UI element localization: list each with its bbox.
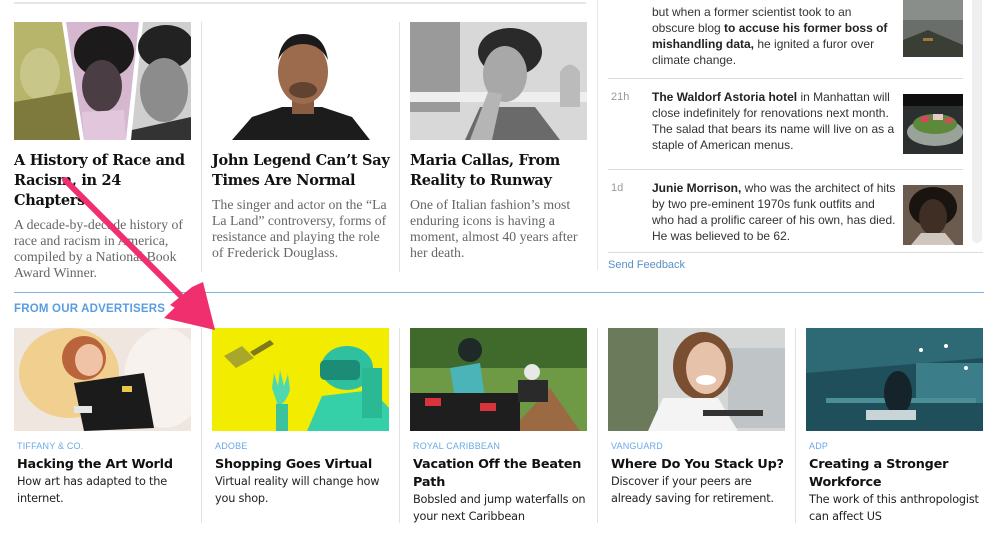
story-summary: One of Italian fashion’s most enduring i… — [410, 197, 578, 260]
feed-thumbnail-waldorf-salad[interactable] — [903, 94, 963, 154]
story-summary: A decade-by-decade history of race and r… — [14, 217, 183, 280]
feed-scrollbar[interactable] — [972, 0, 982, 243]
feed-text[interactable]: Junie Morrison, who was the architect of… — [652, 180, 897, 244]
story-card[interactable]: John Legend Can’t Say Times Are Normal T… — [212, 22, 390, 261]
feed-text[interactable]: The Waldorf Astoria hotel in Manhattan w… — [652, 89, 897, 153]
ad-title[interactable]: Vacation Off the Beaten Path — [413, 456, 588, 492]
column-divider — [399, 22, 400, 272]
ad-title[interactable]: Creating a Stronger Workforce — [809, 456, 984, 492]
ad-card[interactable]: ADP Creating a Stronger Workforce The wo… — [806, 328, 984, 525]
ad-card[interactable]: ROYAL CARIBBEAN Vacation Off the Beaten … — [410, 328, 588, 525]
feed-thumbnail-landscape[interactable] — [903, 0, 963, 57]
feed-divider — [608, 169, 963, 170]
top-divider — [14, 2, 586, 4]
feed-text-bold-link[interactable]: The Waldorf Astoria hotel — [652, 90, 797, 104]
ad-sponsor: TIFFANY & CO. — [17, 441, 84, 451]
ad-title[interactable]: Where Do You Stack Up? — [611, 456, 786, 474]
story-title[interactable]: John Legend Can’t Say Times Are Normal — [212, 151, 390, 191]
feed-divider — [608, 252, 983, 253]
ad-card[interactable]: VANGUARD Where Do You Stack Up? Discover… — [608, 328, 786, 507]
ad-image-adobe[interactable] — [212, 328, 389, 431]
ad-summary: Virtual reality will change how you shop… — [215, 475, 380, 505]
ad-card[interactable]: TIFFANY & CO. Hacking the Art World How … — [14, 328, 192, 507]
story-image-race-history[interactable] — [14, 22, 191, 140]
ad-card[interactable]: ADOBE Shopping Goes Virtual Virtual real… — [212, 328, 390, 507]
column-divider — [795, 328, 796, 523]
column-divider — [399, 328, 400, 523]
story-summary: The singer and actor on the “La La Land”… — [212, 197, 387, 260]
feed-divider — [608, 78, 963, 79]
feed-divider — [597, 0, 598, 270]
arrow-head-fill — [170, 282, 215, 330]
ad-summary: Discover if your peers are already savin… — [611, 475, 774, 505]
story-title[interactable]: Maria Callas, From Reality to Runway — [410, 151, 588, 191]
story-title[interactable]: A History of Race and Racism, in 24 Chap… — [14, 151, 192, 211]
send-feedback-link[interactable]: Send Feedback — [608, 259, 685, 271]
ad-image-royal-caribbean[interactable] — [410, 328, 587, 431]
ad-sponsor: VANGUARD — [611, 441, 663, 451]
feed-thumbnail-junie-morrison[interactable] — [903, 185, 963, 245]
ad-sponsor: ROYAL CARIBBEAN — [413, 441, 501, 451]
feed-time: 21h — [611, 91, 630, 103]
story-card[interactable]: Maria Callas, From Reality to Runway One… — [410, 22, 588, 261]
story-image-maria-callas[interactable] — [410, 22, 587, 140]
feed-time: 1d — [611, 182, 624, 194]
ad-sponsor: ADP — [809, 441, 829, 451]
feed-text-bold-link[interactable]: Junie Morrison, — [652, 181, 741, 195]
ad-summary: The work of this anthropologist can affe… — [809, 493, 979, 523]
ad-title[interactable]: Hacking the Art World — [17, 456, 192, 474]
column-divider — [201, 328, 202, 523]
ad-image-vanguard[interactable] — [608, 328, 785, 431]
ad-summary: Bobsled and jump waterfalls on your next… — [413, 493, 586, 523]
ad-image-adp[interactable] — [806, 328, 983, 431]
advertisers-heading: FROM OUR ADVERTISERS — [14, 303, 166, 315]
story-image-john-legend[interactable] — [212, 22, 389, 140]
ad-summary: How art has adapted to the internet. — [17, 475, 167, 505]
ad-image-tiffany[interactable] — [14, 328, 191, 431]
feed-item[interactable]: but when a former scientist took to an o… — [608, 0, 963, 74]
ad-sponsor: ADOBE — [215, 441, 248, 451]
story-card[interactable]: A History of Race and Racism, in 24 Chap… — [14, 22, 192, 281]
advertisers-divider — [14, 292, 984, 293]
feed-text[interactable]: but when a former scientist took to an o… — [652, 4, 897, 68]
ad-title[interactable]: Shopping Goes Virtual — [215, 456, 390, 474]
column-divider — [201, 22, 202, 272]
column-divider — [597, 328, 598, 523]
